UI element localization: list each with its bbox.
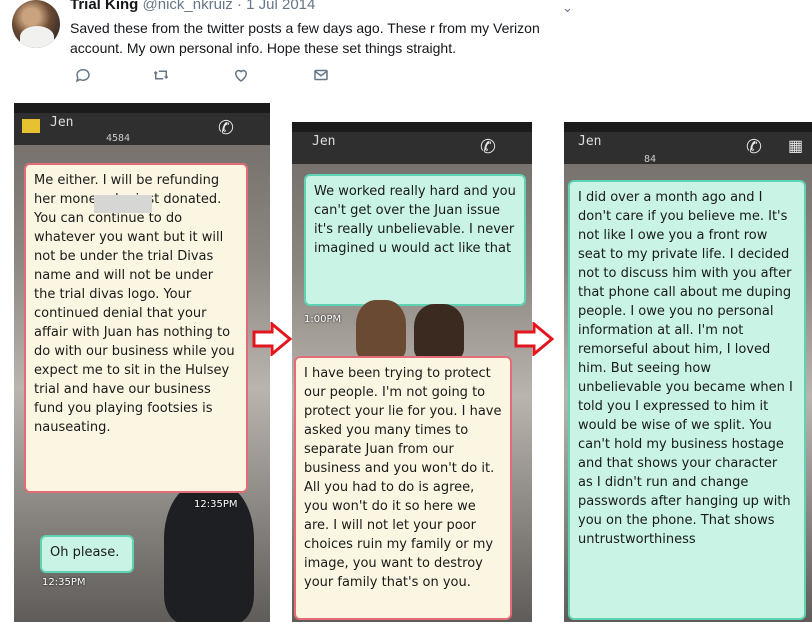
message-icon[interactable]: [312, 66, 332, 86]
arrow-right-icon: [514, 322, 554, 356]
chevron-down-icon[interactable]: ⌄: [562, 0, 573, 16]
phone-icon[interactable]: ✆: [746, 136, 768, 158]
phone-icon[interactable]: ✆: [218, 117, 240, 139]
tweet-author-line: Trial King @nick_nkruiz · 1 Jul 2014: [70, 0, 315, 13]
redaction-blur: [94, 195, 152, 213]
envelope-icon: [22, 119, 40, 133]
author-name[interactable]: Trial King: [70, 0, 138, 13]
message-timestamp: 1:00PM: [304, 314, 342, 325]
like-icon[interactable]: [232, 66, 252, 86]
screenshot-1[interactable]: Jen 4584 ✆ Me either. I will be refundin…: [14, 103, 270, 622]
message-bubble: I have been trying to protect our people…: [294, 356, 512, 620]
phone-icon[interactable]: ✆: [480, 136, 502, 158]
background-photo: [414, 304, 464, 360]
keypad-icon[interactable]: ▦: [788, 136, 810, 158]
background-photo: [356, 300, 406, 360]
contact-name: Jen: [578, 134, 602, 149]
screenshot-3[interactable]: Jen 84 ✆ ▦ I did over a month ago and I …: [564, 122, 812, 622]
tweet-actions: [74, 66, 354, 88]
message-bubble: We worked really hard and you can't get …: [304, 174, 526, 306]
message-timestamp: 12:35PM: [42, 577, 86, 588]
contact-name: Jen: [50, 115, 74, 130]
reply-icon[interactable]: [74, 66, 94, 86]
message-bubble: Oh please.: [40, 535, 134, 573]
contact-number: 4584: [106, 133, 131, 144]
message-bubble: I did over a month ago and I don't care …: [568, 180, 806, 620]
date-separator: ·: [236, 0, 242, 13]
status-bar: [292, 122, 532, 132]
contact-number: 84: [644, 154, 657, 165]
author-avatar[interactable]: [12, 0, 60, 48]
author-handle[interactable]: @nick_nkruiz: [143, 0, 233, 13]
retweet-icon[interactable]: [152, 66, 172, 86]
status-bar: [564, 122, 812, 132]
screenshot-2[interactable]: Jen ✆ We worked really hard and you can'…: [292, 122, 532, 622]
tweet-date[interactable]: 1 Jul 2014: [246, 0, 315, 13]
tweet-text: Saved these from the twitter posts a few…: [70, 20, 540, 56]
message-timestamp: 12:35PM: [194, 499, 238, 510]
status-bar: [14, 103, 270, 113]
contact-name: Jen: [312, 134, 336, 149]
arrow-right-icon: [252, 322, 292, 356]
